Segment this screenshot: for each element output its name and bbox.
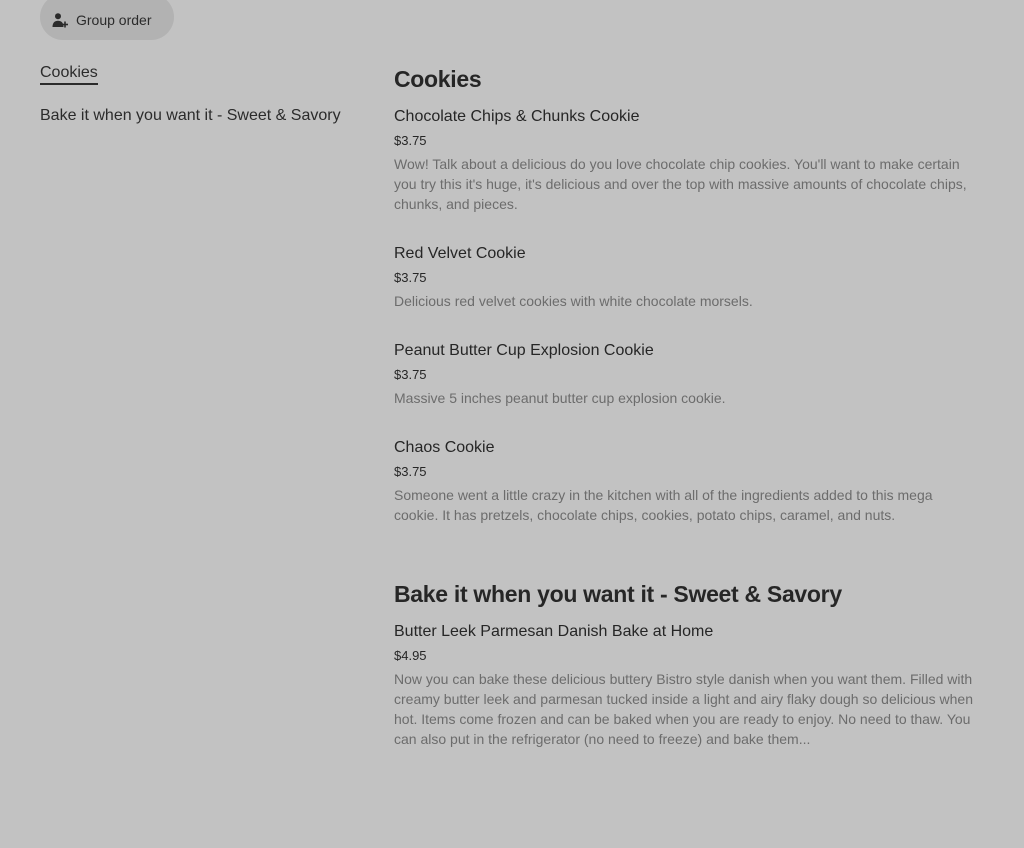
item-price: $3.75 [394, 270, 427, 285]
section-title: Cookies [394, 66, 482, 92]
menu-item[interactable]: Chaos Cookie $3.75 Someone went a little… [394, 438, 980, 525]
item-price: $3.75 [394, 464, 427, 479]
item-description: Someone went a little crazy in the kitch… [394, 487, 933, 523]
menu-item[interactable]: Butter Leek Parmesan Danish Bake at Home… [394, 622, 980, 749]
item-price: $3.75 [394, 367, 427, 382]
section-bake-it-when-you-want-it: Bake it when you want it - Sweet & Savor… [394, 577, 980, 749]
item-name: Chaos Cookie [394, 439, 495, 456]
item-name: Peanut Butter Cup Explosion Cookie [394, 342, 654, 359]
group-order-label: Group order [76, 12, 152, 28]
sidebar-item-cookies[interactable]: Cookies [40, 64, 98, 85]
group-order-button[interactable]: Group order [40, 0, 174, 40]
section-cookies: Cookies Chocolate Chips & Chunks Cookie … [394, 62, 980, 525]
category-sidebar: Cookies Bake it when you want it - Sweet… [40, 60, 346, 125]
item-description: Now you can bake these delicious buttery… [394, 671, 973, 747]
item-name: Chocolate Chips & Chunks Cookie [394, 108, 640, 125]
menu-item[interactable]: Chocolate Chips & Chunks Cookie $3.75 Wo… [394, 107, 980, 214]
item-price: $4.95 [394, 648, 427, 663]
item-description: Delicious red velvet cookies with white … [394, 293, 753, 309]
sidebar-item-bake-it-when-you-want-it[interactable]: Bake it when you want it - Sweet & Savor… [40, 107, 346, 125]
item-name: Butter Leek Parmesan Danish Bake at Home [394, 623, 714, 640]
item-description: Wow! Talk about a delicious do you love … [394, 156, 967, 212]
section-title: Bake it when you want it - Sweet & Savor… [394, 581, 842, 607]
menu-content: Cookies Chocolate Chips & Chunks Cookie … [394, 62, 980, 749]
menu-item[interactable]: Peanut Butter Cup Explosion Cookie $3.75… [394, 341, 980, 408]
item-description: Massive 5 inches peanut butter cup explo… [394, 390, 726, 406]
menu-item[interactable]: Red Velvet Cookie $3.75 Delicious red ve… [394, 244, 980, 311]
item-name: Red Velvet Cookie [394, 245, 526, 262]
person-add-icon [52, 12, 68, 28]
item-price: $3.75 [394, 133, 427, 148]
